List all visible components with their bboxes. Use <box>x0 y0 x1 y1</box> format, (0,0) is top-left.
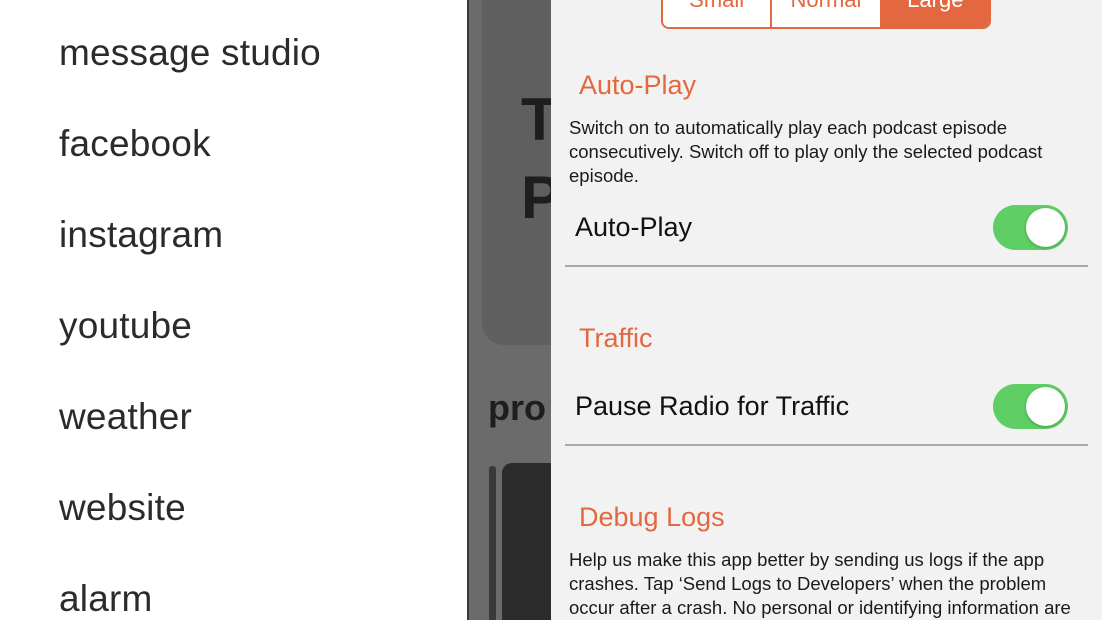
background-title-fragment: T <box>521 86 551 153</box>
menu-item-youtube[interactable]: youtube <box>59 307 192 344</box>
debug-logs-description: Help us make this app better by sending … <box>569 549 1071 618</box>
background-accent-bar <box>489 466 496 620</box>
dimmed-background-app[interactable]: T P pro <box>469 0 551 620</box>
debug-logs-section-heading: Debug Logs <box>579 502 725 532</box>
pause-radio-for-traffic-toggle[interactable] <box>993 384 1068 429</box>
traffic-section-heading: Traffic <box>579 323 653 353</box>
autoplay-section-heading: Auto-Play <box>579 70 697 100</box>
toggle-knob <box>1026 208 1065 247</box>
background-title-fragment: P <box>521 164 551 231</box>
toggle-knob <box>1026 387 1065 426</box>
row-divider <box>565 444 1088 446</box>
background-section-heading: pro <box>488 387 546 428</box>
autoplay-toggle[interactable] <box>993 205 1068 250</box>
text-size-segmented-control: Small Normal Large <box>661 0 991 29</box>
menu-item-website[interactable]: website <box>59 489 186 526</box>
menu-item-instagram[interactable]: instagram <box>59 216 223 253</box>
side-menu: message studio facebook instagram youtub… <box>0 0 467 620</box>
settings-sheet: Small Normal Large Auto-Play Switch on t… <box>551 0 1102 620</box>
text-size-large-option[interactable]: Large <box>879 0 989 27</box>
text-size-normal-option[interactable]: Normal <box>770 0 880 27</box>
autoplay-description: Switch on to automatically play each pod… <box>569 117 1043 186</box>
menu-item-alarm[interactable]: alarm <box>59 580 153 617</box>
autoplay-label: Auto-Play <box>575 212 693 242</box>
pause-radio-for-traffic-label: Pause Radio for Traffic <box>575 391 850 421</box>
background-thumbnail <box>502 463 551 620</box>
menu-item-message-studio[interactable]: message studio <box>59 34 321 71</box>
text-size-small-option[interactable]: Small <box>663 0 771 27</box>
row-divider <box>565 265 1088 267</box>
menu-item-weather[interactable]: weather <box>59 398 192 435</box>
menu-item-facebook[interactable]: facebook <box>59 125 211 162</box>
